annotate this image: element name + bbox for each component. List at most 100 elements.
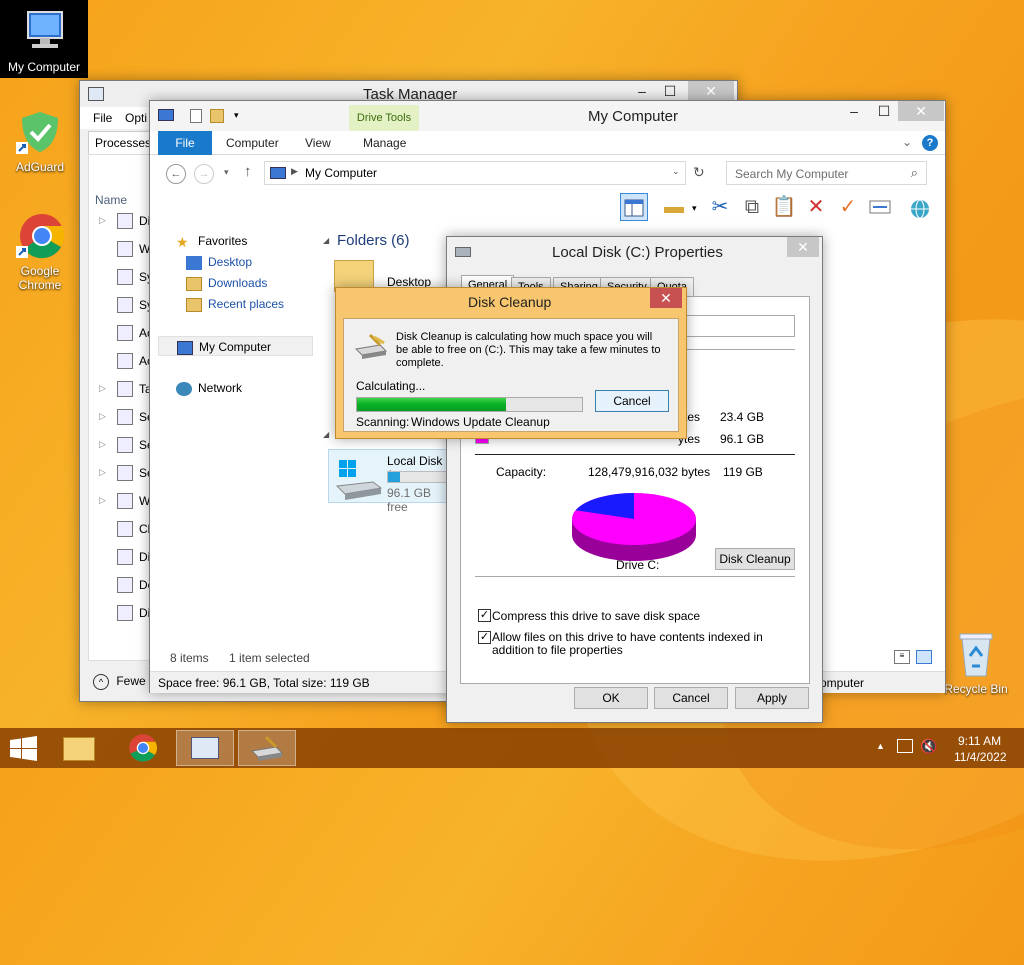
disk-cleanup-button[interactable]: Disk Cleanup bbox=[715, 548, 795, 570]
nav-favorites[interactable]: ★ Favorites bbox=[176, 231, 247, 251]
large-icons-view-icon[interactable] bbox=[916, 650, 932, 664]
collapse-arrow-icon[interactable]: ◢ bbox=[323, 430, 329, 439]
network-globe-icon[interactable] bbox=[906, 193, 934, 221]
desktop-icon-recycle-bin[interactable]: Recycle Bin bbox=[936, 630, 1016, 696]
title-bar[interactable]: Disk Cleanup ✕ bbox=[336, 288, 686, 316]
network-tray-icon[interactable] bbox=[897, 739, 913, 753]
expand-arrow-icon[interactable]: ▷ bbox=[99, 439, 106, 450]
maximize-button[interactable]: ☐ bbox=[870, 101, 898, 121]
show-hidden-icons[interactable]: ▲ bbox=[876, 741, 885, 751]
used-space-gb: 23.4 GB bbox=[720, 410, 765, 424]
help-icon[interactable]: ? bbox=[922, 135, 938, 151]
search-input[interactable]: Search My Computer ⌕ bbox=[726, 161, 927, 185]
recent-locations-icon[interactable]: ▾ bbox=[224, 167, 229, 178]
close-button[interactable]: ✕ bbox=[650, 288, 682, 308]
nav-recent-places[interactable]: Recent places bbox=[186, 294, 284, 314]
tab-view[interactable]: View bbox=[293, 131, 343, 155]
chevron-up-icon: ^ bbox=[93, 674, 109, 690]
back-button[interactable]: ← bbox=[166, 164, 186, 184]
folder-options-icon[interactable]: ▬ bbox=[660, 193, 688, 221]
taskbar: ▲ 🔇 9:11 AM 11/4/2022 bbox=[0, 728, 1024, 768]
disk-cleanup-dialog[interactable]: Disk Cleanup ✕ Disk Cleanup is calculati… bbox=[335, 287, 687, 439]
nav-downloads[interactable]: Downloads bbox=[186, 273, 267, 293]
task-manager-icon bbox=[191, 737, 219, 759]
delete-icon[interactable]: ✕ bbox=[802, 193, 830, 221]
process-icon bbox=[117, 577, 133, 593]
close-button[interactable]: ✕ bbox=[787, 237, 819, 257]
taskbar-file-explorer[interactable] bbox=[50, 730, 108, 766]
customize-quick-access-icon[interactable]: ▾ bbox=[234, 110, 239, 121]
index-checkbox[interactable]: ✓ bbox=[478, 631, 491, 644]
taskbar-chrome[interactable] bbox=[114, 730, 172, 766]
drive-c-label: Drive C: bbox=[616, 558, 660, 572]
close-button[interactable]: ✕ bbox=[898, 101, 944, 121]
address-bar[interactable]: ▶ My Computer ⌄ bbox=[264, 161, 686, 185]
nav-label: Desktop bbox=[208, 255, 253, 269]
minimize-button[interactable]: – bbox=[628, 81, 656, 101]
copy-icon[interactable]: ⧉ bbox=[738, 193, 766, 221]
capacity-gb: 119 GB bbox=[723, 465, 763, 479]
desktop-icon-adguard[interactable]: AdGuard bbox=[0, 108, 80, 174]
rename-icon[interactable] bbox=[866, 193, 894, 221]
chevron-right-icon: ▶ bbox=[291, 166, 298, 176]
address-dropdown-icon[interactable]: ⌄ bbox=[672, 166, 680, 177]
volume-muted-icon[interactable]: 🔇 bbox=[920, 738, 937, 755]
compress-checkbox[interactable]: ✓ bbox=[478, 609, 491, 622]
new-folder-quick-icon[interactable] bbox=[210, 109, 224, 123]
column-name[interactable]: Name bbox=[95, 193, 127, 207]
minimize-button[interactable]: – bbox=[840, 101, 868, 121]
clock-time[interactable]: 9:11 AM bbox=[958, 734, 1001, 748]
checkmark-icon[interactable]: ✓ bbox=[834, 193, 862, 221]
cancel-button[interactable]: Cancel bbox=[654, 687, 728, 709]
apply-button[interactable]: Apply bbox=[735, 687, 809, 709]
collapse-arrow-icon[interactable]: ◢ bbox=[323, 236, 329, 245]
desktop-icon-my-computer[interactable]: My Computer bbox=[0, 0, 88, 78]
close-button[interactable]: ✕ bbox=[688, 81, 734, 101]
up-button[interactable]: ↑ bbox=[244, 163, 252, 180]
title-bar[interactable]: ▾ My Computer – ☐ ✕ bbox=[150, 101, 945, 131]
capacity-bytes: 128,479,916,032 bytes bbox=[588, 465, 711, 479]
cut-icon[interactable]: ✂ bbox=[706, 193, 734, 221]
taskbar-task-manager[interactable] bbox=[176, 730, 234, 766]
dialog-title: Disk Cleanup bbox=[468, 294, 552, 310]
preview-pane-icon[interactable] bbox=[620, 193, 648, 221]
nav-network[interactable]: Network bbox=[176, 378, 242, 398]
menu-options[interactable]: Opti bbox=[125, 111, 147, 125]
expand-arrow-icon[interactable]: ▷ bbox=[99, 495, 106, 506]
address-text: My Computer bbox=[305, 166, 378, 180]
tab-manage[interactable]: Manage bbox=[351, 131, 418, 155]
menu-file[interactable]: File bbox=[93, 111, 112, 125]
expand-ribbon-icon[interactable]: ⌄ bbox=[902, 135, 912, 149]
folders-group-header[interactable]: Folders (6) bbox=[337, 232, 410, 249]
desktop-icon-chrome[interactable]: Google Chrome bbox=[0, 212, 80, 292]
expand-arrow-icon[interactable]: ▷ bbox=[99, 467, 106, 478]
nav-desktop[interactable]: Desktop bbox=[186, 252, 252, 272]
start-button[interactable] bbox=[0, 730, 48, 766]
details-view-icon[interactable]: ≡ bbox=[894, 650, 910, 664]
adguard-icon bbox=[16, 108, 64, 156]
properties-quick-icon[interactable] bbox=[190, 109, 202, 123]
tab-processes[interactable]: Processes bbox=[88, 131, 152, 155]
nav-my-computer[interactable]: My Computer bbox=[158, 336, 313, 356]
expand-arrow-icon[interactable]: ▷ bbox=[99, 383, 106, 394]
paste-icon[interactable]: 📋 bbox=[770, 193, 798, 221]
tab-computer[interactable]: Computer bbox=[214, 131, 291, 155]
taskbar-disk-cleanup[interactable] bbox=[238, 730, 296, 766]
ok-button[interactable]: OK bbox=[574, 687, 648, 709]
cleanup-content: Disk Cleanup is calculating how much spa… bbox=[343, 318, 679, 432]
refresh-button[interactable]: ↻ bbox=[693, 164, 705, 181]
clock-date[interactable]: 11/4/2022 bbox=[954, 750, 1007, 764]
maximize-button[interactable]: ☐ bbox=[656, 81, 684, 101]
fewer-details-link[interactable]: ^ Fewe bbox=[93, 674, 146, 690]
status-items: 8 items bbox=[170, 651, 209, 665]
cleanup-cancel-button[interactable]: Cancel bbox=[595, 390, 669, 412]
calculating-label: Calculating... bbox=[356, 379, 426, 393]
title-bar[interactable]: Local Disk (C:) Properties ✕ bbox=[447, 237, 822, 267]
expand-arrow-icon[interactable]: ▷ bbox=[99, 215, 106, 226]
tab-file[interactable]: File bbox=[158, 131, 212, 155]
options-dropdown-icon[interactable]: ▾ bbox=[692, 203, 697, 214]
forward-button[interactable]: → bbox=[194, 164, 214, 184]
drive-local-disk-c[interactable]: Local Disk ( 96.1 GB free bbox=[328, 449, 451, 514]
expand-arrow-icon[interactable]: ▷ bbox=[99, 411, 106, 422]
process-icon bbox=[117, 353, 133, 369]
